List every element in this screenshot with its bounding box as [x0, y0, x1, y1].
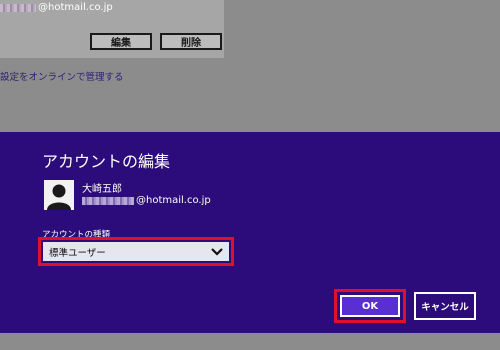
manage-online-link[interactable]: 設定をオンラインで管理する [0, 69, 124, 83]
ok-button-highlight: OK [334, 289, 406, 323]
background-account-panel: @hotmail.co.jp 編集 削除 [0, 0, 224, 58]
account-email: @hotmail.co.jp [82, 195, 211, 206]
delete-button[interactable]: 削除 [160, 33, 222, 50]
account-type-select[interactable]: 標準ユーザー [43, 242, 229, 261]
account-email-suffix: @hotmail.co.jp [136, 195, 211, 206]
account-type-highlight: 標準ユーザー [38, 237, 234, 266]
user-avatar-icon [44, 180, 74, 210]
dialog-title: アカウントの編集 [42, 152, 171, 171]
cancel-button[interactable]: キャンセル [414, 292, 476, 320]
background-email-suffix: @hotmail.co.jp [38, 2, 113, 13]
ok-button[interactable]: OK [340, 295, 400, 317]
edit-account-dialog: アカウントの編集 大崎五郎 @hotmail.co.jp アカウントの種類 標準… [0, 132, 500, 333]
background-account-email: @hotmail.co.jp [0, 0, 113, 16]
redacted-text [0, 4, 36, 12]
account-type-value: 標準ユーザー [49, 247, 106, 259]
chevron-down-icon [211, 247, 223, 256]
redacted-text [82, 196, 134, 205]
edit-button[interactable]: 編集 [90, 33, 152, 50]
account-name: 大崎五郎 [82, 184, 122, 195]
